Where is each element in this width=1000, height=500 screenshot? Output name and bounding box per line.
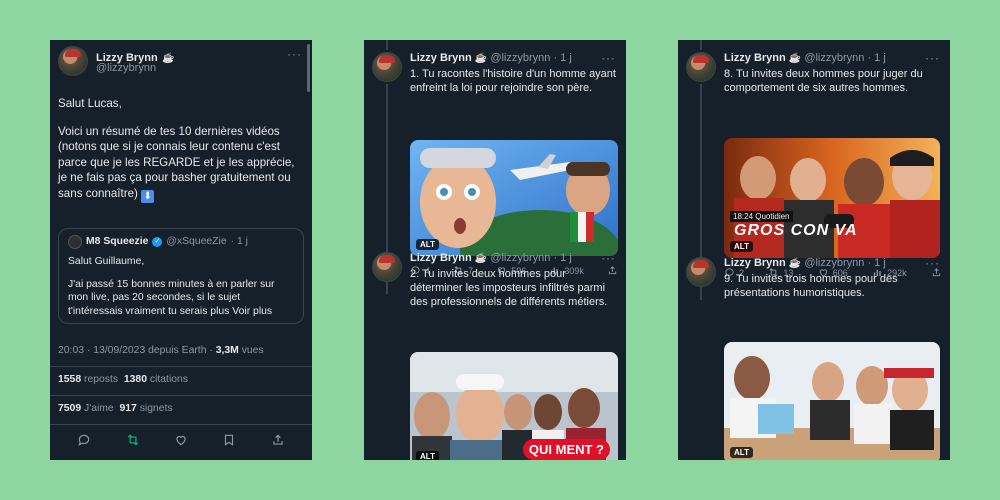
tweet-timestamp[interactable]: 20:03 · 13/09/2023 depuis Earth · <box>58 345 216 356</box>
author-handle[interactable]: @lizzybrynn <box>804 257 864 269</box>
thumbnail-graphic <box>410 140 618 256</box>
quote-handle: @xSqueeZie <box>166 236 227 248</box>
tweet-text: 8. Tu invites deux hommes pour juger du … <box>724 68 923 94</box>
avatar[interactable] <box>686 257 716 287</box>
alt-badge[interactable]: ALT <box>730 447 753 458</box>
more-options-icon[interactable]: ··· <box>601 251 616 265</box>
thumbnail-caption: GROS CON VA <box>734 222 858 239</box>
views-count: 3,3M <box>215 345 239 356</box>
author-name[interactable]: Lizzy Brynn <box>724 257 786 269</box>
tweet-text: Voici un résumé de tes 10 dernières vidé… <box>58 124 304 203</box>
likes-count[interactable]: 7509 <box>58 403 81 414</box>
see-more-link[interactable]: Voir plus <box>232 306 272 317</box>
tweet-meta: 20:03 · 13/09/2023 depuis Earth · 3,3M v… <box>58 345 264 356</box>
divider <box>50 424 312 425</box>
views-label: vues <box>238 345 264 356</box>
scrollbar[interactable] <box>307 44 310 92</box>
quote-avatar <box>68 235 82 249</box>
thumbnail-channel-tag: 18:24 Quotidien <box>730 211 793 222</box>
tweet-text-content: Voici un résumé de tes 10 dernières vidé… <box>58 124 295 200</box>
quote-time: · 1 j <box>230 236 248 248</box>
bookmarks-count[interactable]: 917 <box>120 403 137 414</box>
thumbnail-caption: QUI MENT ? <box>522 439 610 460</box>
bookmarks-label: signets <box>136 403 173 414</box>
author-name[interactable]: Lizzy Brynn <box>724 52 786 64</box>
quote-text: J'ai passé 15 bonnes minutes à en parler… <box>68 278 294 319</box>
quoted-tweet[interactable]: M8 Squeezie ✓ @xSqueeZie · 1 j Salut Gui… <box>58 228 304 324</box>
thumbnail-graphic <box>724 138 940 258</box>
avatar[interactable] <box>686 52 716 82</box>
tweet-time: · 1 j <box>553 252 572 264</box>
tweet-text: 9. Tu invites trois hommes pour des prés… <box>724 273 898 299</box>
arrow-down-icon: ⬇ <box>141 189 155 203</box>
quote-author: M8 Squeezie <box>86 236 149 248</box>
tweet-image[interactable]: ALT <box>724 342 940 460</box>
tweet-header: Lizzy Brynn ☕ @lizzybrynn · 1 j <box>724 257 886 269</box>
quote-greeting: Salut Guillaume, <box>68 256 145 267</box>
author-handle[interactable]: @lizzybrynn <box>490 52 550 64</box>
bookmark-icon[interactable] <box>220 432 238 448</box>
author-handle[interactable]: @lizzybrynn <box>96 62 156 74</box>
reply-icon[interactable] <box>75 432 93 448</box>
tweet-actions <box>50 432 312 448</box>
tweet-image[interactable]: ALT QUI MENT ? <box>410 352 618 460</box>
tweet-image[interactable]: 18:24 Quotidien GROS CON VA ALT <box>724 138 940 258</box>
thread-panel: Lizzy Brynn ☕ @lizzybrynn · 1 j ··· 8. T… <box>678 40 950 460</box>
citations-label: citations <box>147 374 189 385</box>
tweet-header: Lizzy Brynn ☕ @lizzybrynn · 1 j <box>410 252 572 264</box>
avatar[interactable] <box>372 52 402 82</box>
tweet-text: 1. Tu racontes l'histoire d'un homme aya… <box>410 68 616 94</box>
verified-badge-icon: ✓ <box>152 237 163 247</box>
coffee-emoji: ☕ <box>788 258 802 269</box>
citations-count[interactable]: 1380 <box>124 374 147 385</box>
tweet-image[interactable]: ALT <box>410 140 618 256</box>
likes-label: J'aime <box>81 403 120 414</box>
divider <box>50 395 312 396</box>
tweet-detail-panel: Lizzy Brynn ☕ @lizzybrynn ··· Salut Luca… <box>50 40 312 460</box>
more-options-icon[interactable]: ··· <box>925 256 940 270</box>
tweet-header: Lizzy Brynn ☕ @lizzybrynn · 1 j <box>410 52 572 64</box>
more-options-icon[interactable]: ··· <box>287 47 302 61</box>
share-icon[interactable] <box>269 432 287 448</box>
thumbnail-graphic <box>724 342 940 460</box>
avatar[interactable] <box>372 252 402 282</box>
author-name[interactable]: Lizzy Brynn <box>410 52 472 64</box>
author-handle[interactable]: @lizzybrynn <box>804 52 864 64</box>
like-stats: 7509 J'aime 917 signets <box>58 403 173 414</box>
tweet-header: Lizzy Brynn ☕ @lizzybrynn · 1 j <box>724 52 886 64</box>
repost-icon[interactable] <box>124 432 142 448</box>
reposts-label: reposts <box>81 374 124 385</box>
repost-stats: 1558 reposts 1380 citations <box>58 374 188 385</box>
coffee-emoji: ☕ <box>474 53 488 64</box>
tweet-time: · 1 j <box>867 52 886 64</box>
tweet-time: · 1 j <box>553 52 572 64</box>
alt-badge[interactable]: ALT <box>416 451 439 460</box>
tweet-text: 2. Tu invites deux hommes pour détermine… <box>410 268 608 308</box>
more-options-icon[interactable]: ··· <box>601 51 616 65</box>
more-options-icon[interactable]: ··· <box>925 51 940 65</box>
reposts-count[interactable]: 1558 <box>58 374 81 385</box>
avatar[interactable] <box>58 46 88 76</box>
tweet-time: · 1 j <box>867 257 886 269</box>
coffee-emoji: ☕ <box>162 53 175 64</box>
thread-panel: Lizzy Brynn ☕ @lizzybrynn · 1 j ··· 1. T… <box>364 40 626 460</box>
author-name[interactable]: Lizzy Brynn <box>410 252 472 264</box>
coffee-emoji: ☕ <box>788 53 802 64</box>
quote-header: M8 Squeezie ✓ @xSqueeZie · 1 j <box>68 235 294 249</box>
divider <box>50 366 312 367</box>
coffee-emoji: ☕ <box>474 253 488 264</box>
author-handle[interactable]: @lizzybrynn <box>490 252 550 264</box>
greeting-text: Salut Lucas, <box>58 97 122 110</box>
like-icon[interactable] <box>172 432 190 448</box>
tweet-body: Salut Lucas, Voici un résumé de tes 10 d… <box>58 96 304 215</box>
